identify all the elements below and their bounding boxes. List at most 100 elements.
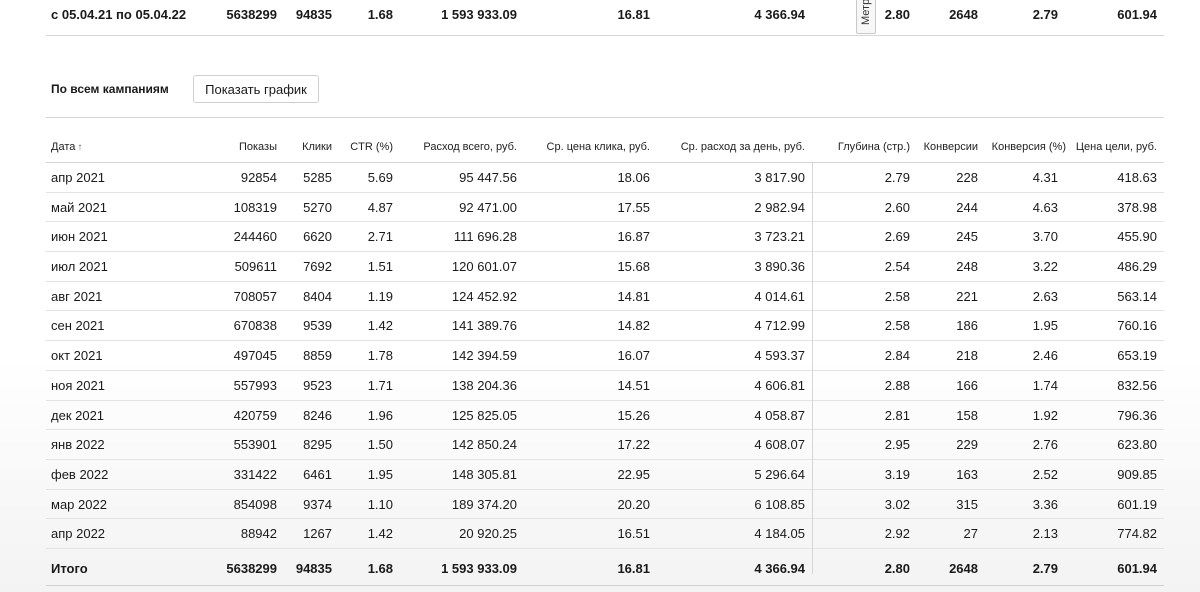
cell-goal-cost: 796.36 [1117, 407, 1157, 423]
cell-conversions: 218 [956, 348, 978, 364]
cell-avg-daily-spend: 4 058.87 [754, 407, 805, 423]
cell-date: авг 2021 [51, 288, 103, 304]
total-impressions: 5638299 [226, 560, 277, 576]
cell-date: апр 2022 [51, 526, 106, 542]
cell-avg-cpc: 16.87 [617, 229, 650, 245]
cell-impressions: 553901 [233, 437, 277, 453]
cell-spend: 125 825.05 [451, 407, 517, 423]
cell-avg-cpc: 14.82 [617, 318, 650, 334]
header-avg-daily-spend[interactable]: Ср. расход за день, руб. [681, 141, 805, 153]
period-summary-row: с 05.04.21 по 05.04.22 5638299 94835 1.6… [46, 0, 1164, 36]
cell-avg-daily-spend: 6 108.85 [754, 496, 805, 512]
cell-date: июн 2021 [51, 229, 108, 245]
cell-conversion-rate: 2.13 [1032, 526, 1058, 542]
cell-spend: 95 447.56 [459, 170, 517, 185]
cell-date: май 2021 [51, 199, 107, 215]
cell-spend: 92 471.00 [459, 199, 517, 215]
cell-avg-cpc: 14.51 [617, 377, 650, 393]
section-title: По всем кампаниям [51, 82, 169, 96]
cell-clicks: 9539 [303, 318, 332, 334]
header-ctr[interactable]: CTR (%) [350, 141, 393, 153]
cell-goal-cost: 378.98 [1117, 199, 1157, 215]
cell-conversion-rate: 3.70 [1032, 229, 1058, 245]
cell-avg-cpc: 16.07 [617, 348, 650, 364]
cell-avg-daily-spend: 4 608.07 [754, 437, 805, 453]
header-clicks[interactable]: Клики [302, 141, 332, 153]
header-date-label: Дата [51, 141, 76, 153]
header-date[interactable]: Дата ↑ [51, 141, 82, 153]
cell-depth: 2.54 [884, 259, 910, 275]
cell-impressions: 331422 [233, 466, 277, 482]
show-chart-button[interactable]: Показать график [193, 75, 319, 103]
header-spend[interactable]: Расход всего, руб. [423, 141, 517, 153]
header-conversion-rate[interactable]: Конверсия (%) [992, 141, 1066, 153]
cell-goal-cost: 486.29 [1117, 259, 1157, 275]
cell-spend: 141 389.76 [451, 318, 517, 334]
cell-date: мар 2022 [51, 496, 107, 512]
cell-avg-cpc: 15.68 [617, 259, 650, 275]
total-spend: 1 593 933.09 [441, 560, 517, 576]
total-row: Итого 5638299 94835 1.68 1 593 933.09 16… [46, 549, 1164, 586]
cell-impressions: 670838 [233, 318, 277, 334]
cell-conversions: 163 [956, 466, 978, 482]
cell-spend: 189 374.20 [451, 496, 517, 512]
cell-goal-cost: 455.90 [1117, 229, 1157, 245]
table-row: июл 2021 509611 7692 1.51 120 601.07 15.68 3 8… [46, 252, 1164, 282]
summary-goal-cost: 601.94 [1117, 7, 1157, 22]
header-conversions[interactable]: Конверсии [924, 141, 978, 153]
cell-avg-daily-spend: 4 014.61 [754, 288, 805, 304]
cell-ctr: 1.19 [367, 288, 393, 304]
cell-ctr: 1.51 [367, 259, 393, 275]
total-ctr: 1.68 [367, 560, 393, 576]
summary-conversion-rate: 2.79 [1032, 7, 1058, 22]
cell-spend: 148 305.81 [451, 466, 517, 482]
summary-depth: 2.80 [884, 7, 910, 22]
table-header: Дата ↑ Показы Клики CTR (%) Расход всего,… [46, 118, 1164, 163]
period-label: с 05.04.21 по 05.04.22 [51, 7, 187, 22]
cell-ctr: 4.87 [367, 199, 393, 215]
cell-ctr: 1.71 [367, 377, 393, 393]
header-impressions[interactable]: Показы [239, 141, 277, 153]
cell-clicks: 9523 [303, 377, 332, 393]
cell-avg-cpc: 18.06 [617, 170, 650, 185]
total-conversion-rate: 2.79 [1032, 560, 1058, 576]
table-row: июн 2021 244460 6620 2.71 111 696.28 16.87 3 7… [46, 222, 1164, 253]
cell-avg-daily-spend: 4 712.99 [754, 318, 805, 334]
cell-goal-cost: 832.56 [1117, 377, 1157, 393]
cell-impressions: 420759 [233, 407, 277, 423]
cell-conversion-rate: 2.46 [1032, 348, 1058, 364]
cell-clicks: 1267 [303, 526, 332, 542]
cell-spend: 138 204.36 [451, 377, 517, 393]
cell-goal-cost: 563.14 [1117, 288, 1157, 304]
cell-avg-cpc: 17.55 [617, 199, 650, 215]
cell-goal-cost: 601.19 [1117, 496, 1157, 512]
cell-goal-cost: 760.16 [1117, 318, 1157, 334]
cell-conversion-rate: 1.74 [1032, 377, 1058, 393]
total-clicks: 94835 [295, 560, 332, 576]
cell-goal-cost: 774.82 [1117, 526, 1157, 542]
header-goal-cost[interactable]: Цена цели, руб. [1076, 141, 1157, 153]
cell-clicks: 6461 [303, 466, 332, 482]
cell-date: июл 2021 [51, 259, 108, 275]
header-avg-cpc[interactable]: Ср. цена клика, руб. [547, 141, 650, 153]
header-depth[interactable]: Глубина (стр.) [838, 141, 910, 153]
summary-impressions: 5638299 [226, 7, 277, 22]
cell-clicks: 8404 [303, 288, 332, 304]
metrika-tab[interactable]: Метр [856, 0, 876, 34]
column-divider [812, 162, 813, 574]
summary-spend: 1 593 933.09 [441, 7, 517, 22]
cell-clicks: 9374 [303, 496, 332, 512]
cell-depth: 2.92 [884, 526, 910, 542]
summary-avg-cpc: 16.81 [617, 7, 650, 22]
cell-conversion-rate: 2.52 [1032, 466, 1058, 482]
cell-depth: 2.88 [884, 377, 910, 393]
cell-clicks: 6620 [303, 229, 332, 245]
table-row: май 2021 108319 5270 4.87 92 471.00 17.55 2 98… [46, 193, 1164, 223]
cell-ctr: 1.50 [367, 437, 393, 453]
cell-conversion-rate: 3.22 [1032, 259, 1058, 275]
cell-date: апр 2021 [51, 170, 106, 185]
cell-ctr: 2.71 [367, 229, 393, 245]
cell-conversions: 228 [956, 170, 978, 185]
cell-date: сен 2021 [51, 318, 105, 334]
cell-conversions: 166 [956, 377, 978, 393]
